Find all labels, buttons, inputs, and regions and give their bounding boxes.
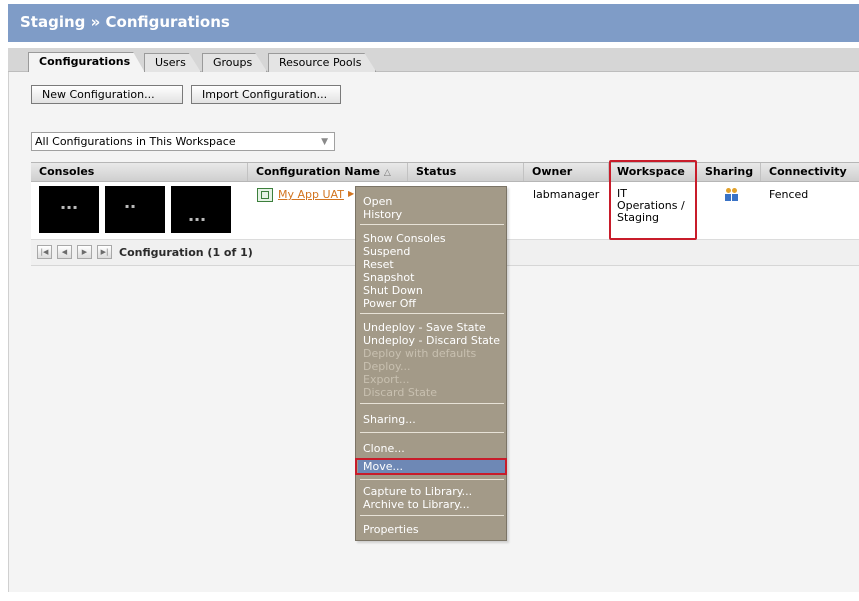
- menu-separator: [360, 515, 504, 516]
- configuration-icon: [257, 188, 273, 202]
- menu-item-reset[interactable]: Reset: [363, 258, 394, 271]
- menu-item-shut-down[interactable]: Shut Down: [363, 284, 423, 297]
- owner-value: labmanager: [533, 188, 600, 201]
- menu-separator: [360, 479, 504, 480]
- shared-users-icon[interactable]: [725, 188, 739, 202]
- menu-item-capture-to-library[interactable]: Capture to Library...: [363, 485, 472, 498]
- col-configuration-name[interactable]: Configuration Name △: [248, 163, 408, 181]
- menu-item-export: Export...: [363, 373, 410, 386]
- menu-item-archive-to-library[interactable]: Archive to Library...: [363, 498, 470, 511]
- next-page-icon[interactable]: ▶: [77, 245, 92, 259]
- menu-item-properties[interactable]: Properties: [363, 523, 419, 536]
- menu-item-deploy: Deploy...: [363, 360, 411, 373]
- col-configuration-name-label: Configuration Name: [256, 165, 380, 178]
- menu-item-deploy-defaults: Deploy with defaults: [363, 347, 477, 360]
- menu-separator: [360, 313, 504, 314]
- col-owner[interactable]: Owner: [524, 163, 609, 181]
- filter-selected-value: All Configurations in This Workspace: [35, 135, 236, 148]
- context-menu: Open History Show Consoles Suspend Reset…: [355, 186, 507, 541]
- console-screen-icon: ▪ ▪ ▪: [61, 204, 78, 211]
- workspace-filter-select[interactable]: All Configurations in This Workspace ▼: [31, 132, 335, 151]
- menu-item-snapshot[interactable]: Snapshot: [363, 271, 414, 284]
- grid-header: Consoles Configuration Name △ Status Own…: [31, 162, 859, 182]
- chevron-down-icon: ▼: [321, 137, 328, 147]
- menu-item-undeploy-discard[interactable]: Undeploy - Discard State: [363, 334, 500, 347]
- last-page-icon[interactable]: ▶|: [97, 245, 112, 259]
- menu-separator: [360, 432, 504, 433]
- menu-item-undeploy-save[interactable]: Undeploy - Save State: [363, 321, 486, 334]
- previous-page-icon[interactable]: ◀: [57, 245, 72, 259]
- menu-item-power-off[interactable]: Power Off: [363, 297, 416, 310]
- col-sharing[interactable]: Sharing: [697, 163, 761, 181]
- pager-status: Configuration (1 of 1): [119, 246, 253, 259]
- configuration-name-link[interactable]: My App UAT: [278, 188, 344, 201]
- page-header: Staging » Configurations: [8, 4, 859, 42]
- console-thumbnail[interactable]: ▪ ▪: [105, 186, 165, 233]
- menu-arrow-icon[interactable]: ▶: [348, 189, 354, 198]
- menu-item-history[interactable]: History: [363, 208, 402, 221]
- connectivity-value: Fenced: [769, 188, 809, 201]
- col-consoles[interactable]: Consoles: [31, 163, 248, 181]
- tab-resource-pools[interactable]: Resource Pools: [268, 53, 376, 72]
- first-page-icon[interactable]: |◀: [37, 245, 52, 259]
- menu-separator: [360, 403, 504, 404]
- move-highlight-box: [355, 458, 507, 475]
- tab-configurations[interactable]: Configurations: [28, 52, 145, 73]
- console-thumbnail[interactable]: ▪ ▪ ▪: [39, 186, 99, 233]
- col-status[interactable]: Status: [408, 163, 524, 181]
- menu-item-discard-state: Discard State: [363, 386, 437, 399]
- menu-item-suspend[interactable]: Suspend: [363, 245, 410, 258]
- console-screen-icon: ▪ ▪ ▪: [189, 216, 206, 223]
- sort-ascending-icon: △: [383, 168, 391, 178]
- menu-separator: [360, 224, 504, 225]
- import-configuration-button[interactable]: Import Configuration...: [191, 85, 341, 104]
- menu-item-show-consoles[interactable]: Show Consoles: [363, 232, 446, 245]
- console-screen-icon: ▪ ▪: [125, 203, 136, 210]
- new-configuration-button[interactable]: New Configuration...: [31, 85, 183, 104]
- col-connectivity[interactable]: Connectivity: [761, 163, 859, 181]
- menu-item-sharing[interactable]: Sharing...: [363, 413, 416, 426]
- workspace-highlight-box: [609, 160, 697, 240]
- console-thumbnail[interactable]: ▪ ▪ ▪: [171, 186, 231, 233]
- menu-item-clone[interactable]: Clone...: [363, 442, 405, 455]
- menu-item-open[interactable]: Open: [363, 195, 392, 208]
- page-title: Staging » Configurations: [20, 13, 230, 31]
